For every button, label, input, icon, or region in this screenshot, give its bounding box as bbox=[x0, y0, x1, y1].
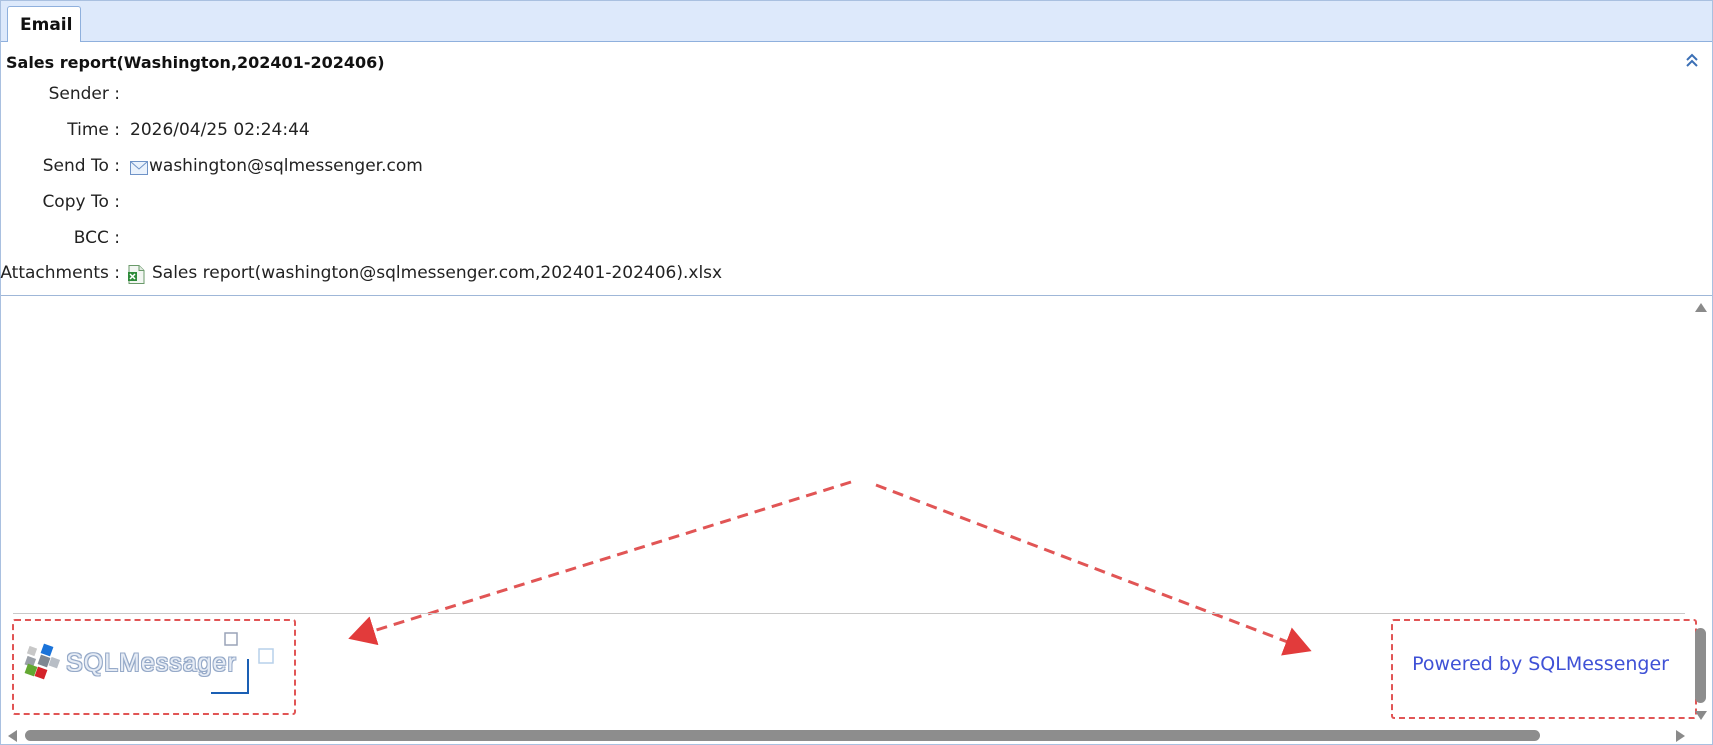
email-header: Sales report(Washington,202401-202406) S… bbox=[0, 42, 1712, 296]
attachments-label: Attachments : bbox=[0, 263, 120, 283]
tab-email-label: Email bbox=[20, 15, 73, 35]
scroll-left-arrow[interactable] bbox=[8, 730, 17, 742]
send-to-value[interactable]: washington@sqlmessenger.com bbox=[149, 156, 423, 176]
send-to-label: Send To : bbox=[42, 156, 120, 176]
tab-strip: Email bbox=[1, 1, 1712, 42]
footer-divider bbox=[13, 613, 1685, 614]
field-row-time: Time : 2026/04/25 02:24:44 bbox=[1, 120, 1001, 146]
vertical-scrollbar[interactable] bbox=[1690, 297, 1712, 727]
horizontal-scrollbar[interactable] bbox=[1, 727, 1712, 744]
attachment-file-link[interactable]: Sales report(washington@sqlmessenger.com… bbox=[152, 263, 722, 283]
horizontal-scroll-thumb[interactable] bbox=[25, 730, 1540, 741]
field-row-bcc: BCC : bbox=[1, 228, 1001, 254]
double-chevron-up-icon[interactable] bbox=[1684, 52, 1700, 70]
email-viewer-window: Email Sales report(Washington,202401-202… bbox=[0, 0, 1713, 745]
field-row-copy-to: Copy To : bbox=[1, 192, 1001, 218]
logo-decoration bbox=[211, 632, 274, 694]
bcc-label: BCC : bbox=[73, 228, 120, 248]
email-subject: Sales report(Washington,202401-202406) bbox=[6, 53, 385, 72]
field-row-sender: Sender : bbox=[1, 84, 1001, 110]
field-row-attachments: Attachments : Sales report(washington@sq… bbox=[0, 263, 1001, 289]
vertical-scroll-thumb[interactable] bbox=[1695, 628, 1706, 703]
copy-to-label: Copy To : bbox=[42, 192, 120, 212]
envelope-icon bbox=[130, 161, 148, 175]
email-body: SQLMessager Powered by SQLMessenger bbox=[1, 297, 1712, 744]
scroll-up-arrow[interactable] bbox=[1695, 303, 1707, 312]
excel-file-icon bbox=[128, 265, 145, 284]
powered-by-link[interactable]: Powered by SQLMessenger bbox=[1412, 653, 1669, 675]
scroll-right-arrow[interactable] bbox=[1676, 730, 1685, 742]
field-row-send-to: Send To : washington@sqlmessenger.com bbox=[1, 156, 1001, 182]
tab-email[interactable]: Email bbox=[7, 6, 81, 42]
scroll-down-arrow[interactable] bbox=[1695, 711, 1707, 720]
logo-highlight-box: SQLMessager bbox=[12, 619, 296, 715]
powered-by-highlight-box: Powered by SQLMessenger bbox=[1391, 619, 1697, 719]
time-value: 2026/04/25 02:24:44 bbox=[130, 120, 310, 140]
sqlmessenger-cubes-logo bbox=[24, 643, 61, 680]
time-label: Time : bbox=[67, 120, 120, 140]
sender-label: Sender : bbox=[48, 84, 120, 104]
